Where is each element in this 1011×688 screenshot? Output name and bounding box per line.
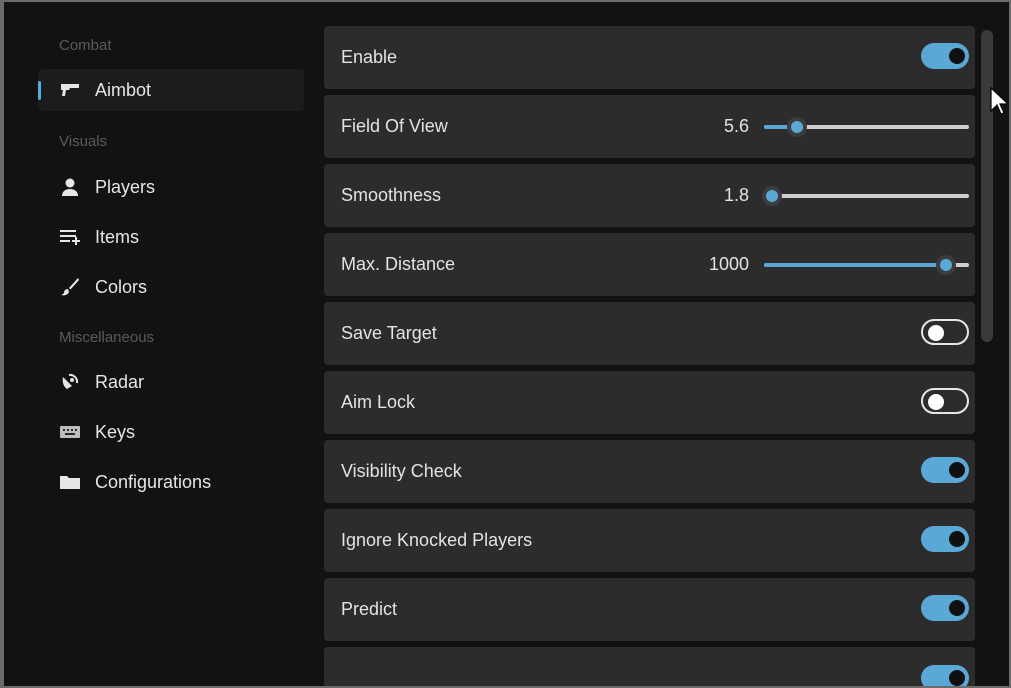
sidebar-item-aimbot[interactable]: Aimbot <box>38 69 304 111</box>
sidebar-item-label: Keys <box>95 422 136 442</box>
setting-row-partial <box>324 647 975 686</box>
setting-max-distance: Max. Distance 1000 <box>324 233 975 296</box>
person-icon <box>59 177 81 197</box>
toggle-knob <box>949 48 965 64</box>
setting-label: Ignore Knocked Players <box>341 530 533 550</box>
section-combat: Combat <box>59 37 112 54</box>
toggle-knob <box>949 600 965 616</box>
section-visuals: Visuals <box>59 133 108 150</box>
sidebar-item-label: Players <box>95 177 156 197</box>
sidebar-item-label: Radar <box>95 372 145 392</box>
setting-label: Save Target <box>341 323 437 343</box>
slider-value: 1000 <box>708 254 749 274</box>
app-window: Combat Aimbot Visuals Players Items Colo… <box>4 2 1009 686</box>
toggle-knob <box>928 325 944 341</box>
aim-lock-toggle[interactable] <box>921 388 969 414</box>
sidebar-item-configurations[interactable]: Configurations <box>38 461 304 503</box>
setting-predict: Predict <box>324 578 975 641</box>
enable-toggle[interactable] <box>921 43 969 69</box>
setting-aim-lock: Aim Lock <box>324 371 975 434</box>
ignore-knocked-toggle[interactable] <box>921 526 969 552</box>
smoothness-slider[interactable] <box>762 186 969 206</box>
setting-visibility-check: Visibility Check <box>324 440 975 503</box>
toggle-knob <box>949 670 965 686</box>
slider-value: 1.8 <box>723 185 749 205</box>
sidebar-item-items[interactable]: Items <box>38 216 304 258</box>
setting-label: Enable <box>341 47 398 67</box>
setting-field-of-view: Field Of View 5.6 <box>324 95 975 158</box>
setting-smoothness: Smoothness 1.8 <box>324 164 975 227</box>
save-target-toggle[interactable] <box>921 319 969 345</box>
toggle-knob <box>949 531 965 547</box>
sidebar-item-players[interactable]: Players <box>38 166 304 208</box>
setting-label: Aim Lock <box>341 392 416 412</box>
setting-label: Field Of View <box>341 116 448 136</box>
section-miscellaneous: Miscellaneous <box>59 329 155 346</box>
slider-thumb[interactable] <box>762 186 783 206</box>
slider-thumb[interactable] <box>786 117 807 137</box>
slider-value: 5.6 <box>723 116 749 136</box>
settings-panel: Enable Field Of View 5.6 Smoothness 1.8 … <box>324 2 980 686</box>
radar-icon <box>59 372 81 392</box>
setting-enable: Enable <box>324 26 975 89</box>
scrollbar-thumb[interactable] <box>981 30 993 342</box>
sidebar-item-label: Items <box>95 227 140 247</box>
sidebar-item-label: Aimbot <box>95 80 152 100</box>
sidebar-item-colors[interactable]: Colors <box>38 266 304 308</box>
keyboard-icon <box>59 422 81 442</box>
max-distance-slider[interactable] <box>764 255 969 275</box>
brush-icon <box>59 277 81 297</box>
visibility-check-toggle[interactable] <box>921 457 969 483</box>
partial-toggle[interactable] <box>921 665 969 686</box>
slider-thumb[interactable] <box>936 255 957 275</box>
list-add-icon <box>59 227 81 247</box>
fov-slider[interactable] <box>764 117 969 137</box>
gun-icon <box>59 80 81 100</box>
setting-ignore-knocked-players: Ignore Knocked Players <box>324 509 975 572</box>
sidebar-item-label: Colors <box>95 277 148 297</box>
setting-save-target: Save Target <box>324 302 975 365</box>
sidebar: Combat Aimbot Visuals Players Items Colo… <box>4 2 314 686</box>
setting-label: Visibility Check <box>341 461 462 481</box>
setting-label: Smoothness <box>341 185 442 205</box>
sidebar-item-radar[interactable]: Radar <box>38 361 304 403</box>
predict-toggle[interactable] <box>921 595 969 621</box>
active-indicator <box>38 81 41 100</box>
toggle-knob <box>928 394 944 410</box>
setting-label: Max. Distance <box>341 254 456 274</box>
mouse-cursor-icon <box>990 86 1009 122</box>
slider-fill <box>764 263 947 267</box>
sidebar-item-label: Configurations <box>95 472 212 492</box>
folder-icon <box>59 472 81 492</box>
setting-label: Predict <box>341 599 398 619</box>
sidebar-item-keys[interactable]: Keys <box>38 411 304 453</box>
toggle-knob <box>949 462 965 478</box>
